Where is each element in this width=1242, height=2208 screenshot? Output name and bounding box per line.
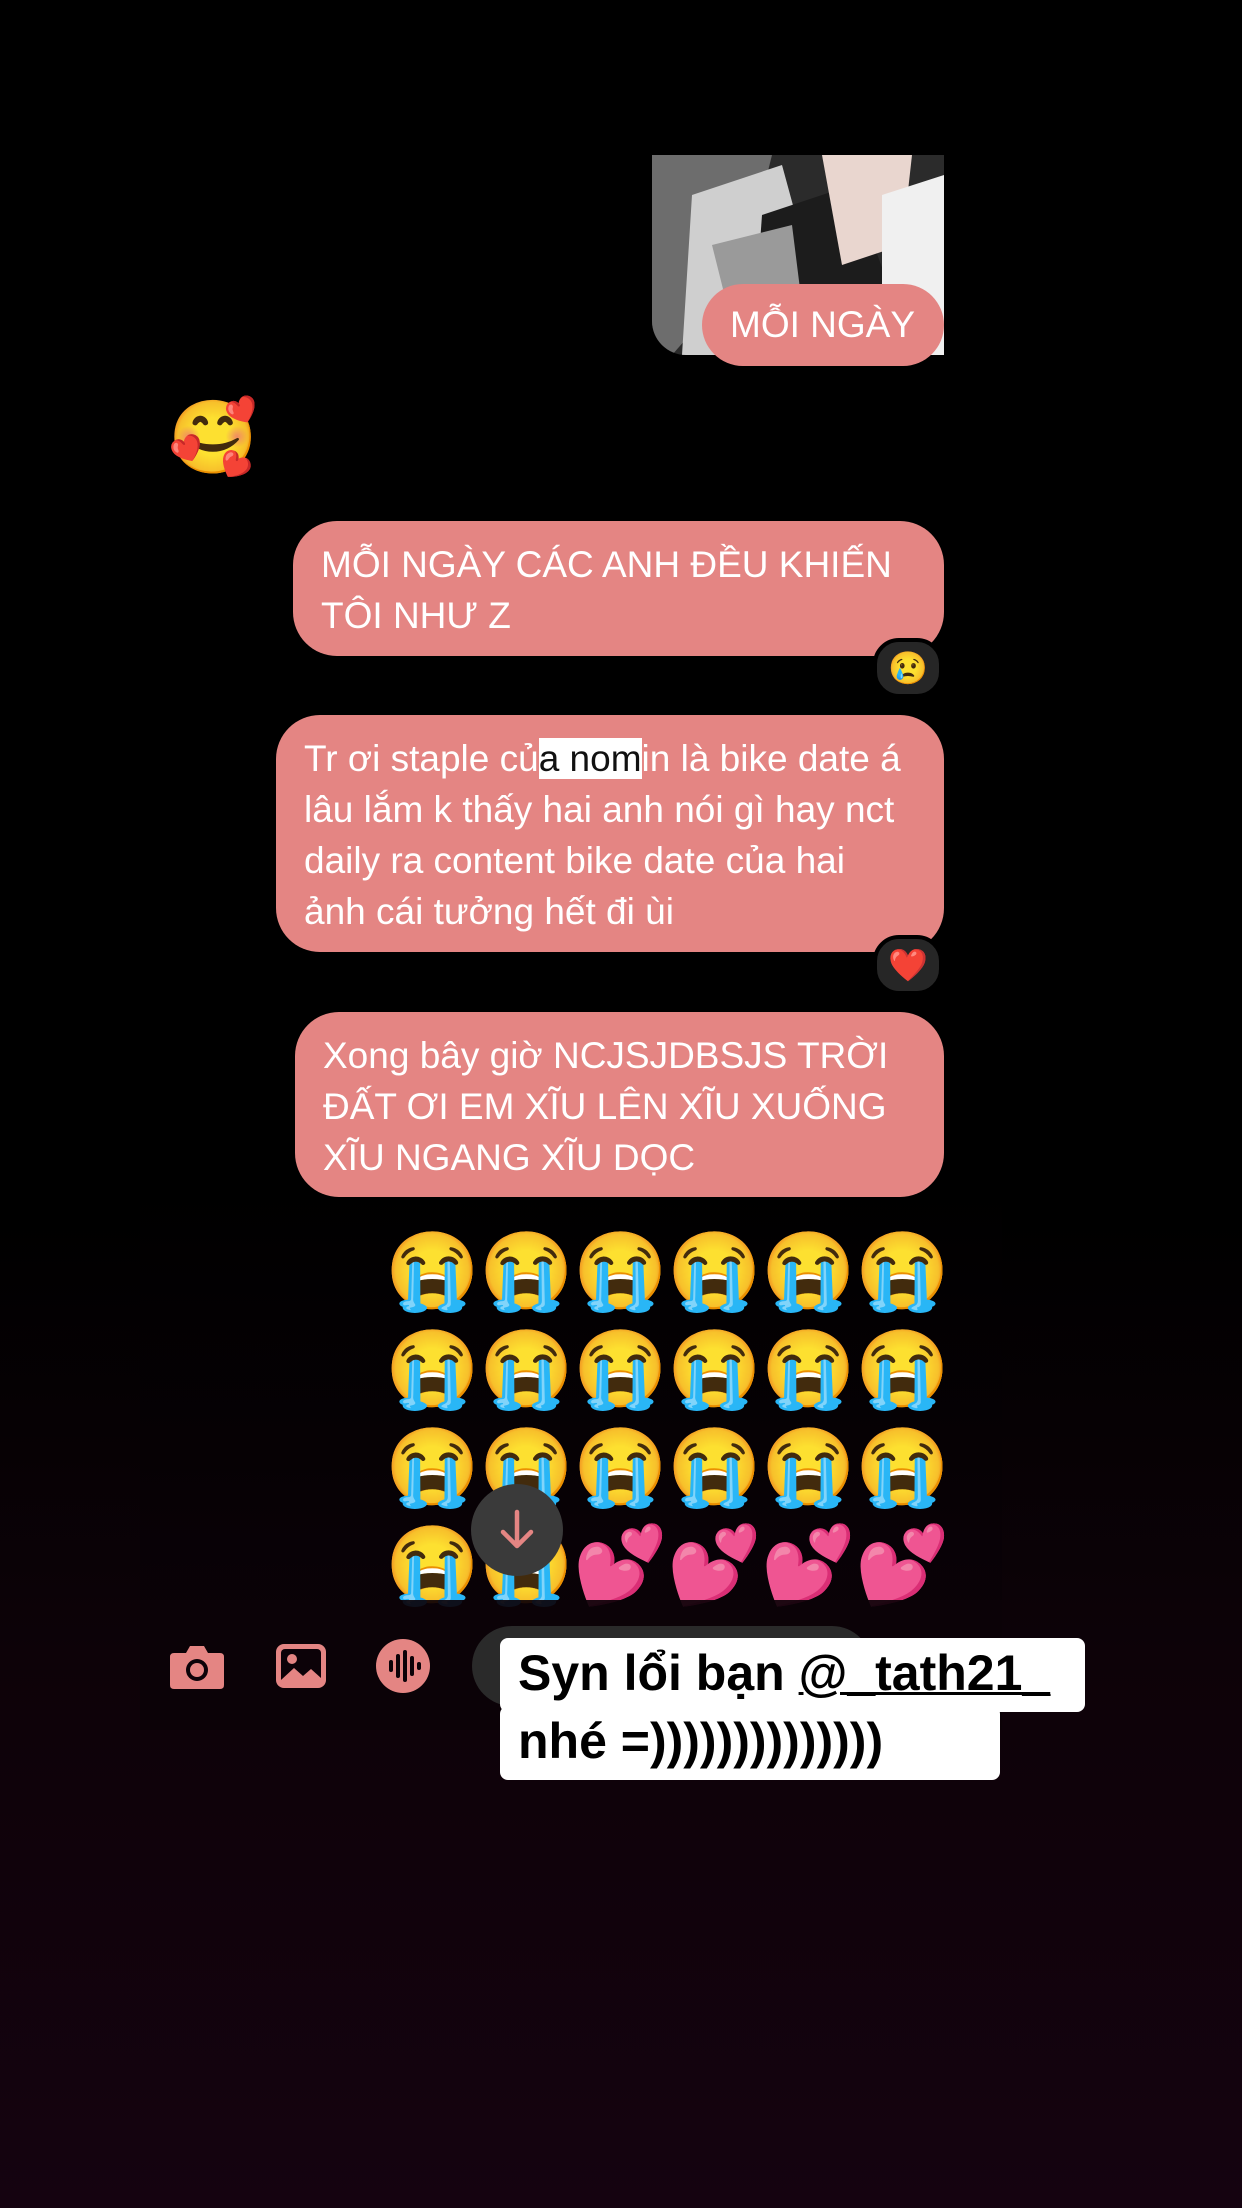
gallery-button[interactable] [270,1636,332,1696]
emoji: 😭 [855,1229,950,1314]
smiling-hearts-emoji-message[interactable]: 🥰 [168,402,258,474]
message-bubble-3[interactable]: Tr ơi staple của nomin là bike date á lâ… [276,715,944,952]
emoji: 😭 [479,1229,574,1314]
mention-link[interactable]: @_tath21_ [799,1645,1051,1701]
story-caption-line-2: nhé =)))))))))))))) [500,1706,1000,1780]
emoji: 💕 [667,1523,762,1608]
camera-icon [170,1646,224,1689]
emoji: 💕 [855,1523,950,1608]
emoji: 😭 [667,1229,762,1314]
emoji: 😭 [667,1425,762,1510]
crying-face-reaction[interactable]: 😢 [873,638,943,698]
emoji: 😭 [761,1229,856,1314]
emoji: 😭 [761,1327,856,1412]
selected-text[interactable]: a nom [538,738,642,779]
emoji: 😭 [573,1425,668,1510]
emoji: 💕 [573,1523,668,1608]
caption-text: nhé =)))))))))))))) [518,1713,884,1769]
message-bubble-2[interactable]: MỖI NGÀY CÁC ANH ĐỀU KHIẾN TÔI NHƯ Z [293,521,944,656]
message-text: Xong bây giờ NCJSJDBSJS TRỜI ĐẤT ƠI EM X… [323,1035,889,1178]
emoji: 💕 [761,1523,856,1608]
scroll-to-bottom-button[interactable] [471,1484,563,1576]
emoji: 😭 [385,1327,480,1412]
emoji: 😭 [385,1425,480,1510]
emoji: 😭 [479,1327,574,1412]
voice-message-button[interactable] [372,1636,434,1696]
emoji-message-grid[interactable]: 😭 😭 😭 😭 😭 😭 😭 😭 😭 😭 😭 😭 😭 😭 😭 😭 😭 😭 😭 😭 … [385,1229,950,1608]
emoji: 😭 [385,1523,480,1608]
message-text: MỖI NGÀY CÁC ANH ĐỀU KHIẾN TÔI NHƯ Z [321,544,892,636]
emoji: 😭 [573,1327,668,1412]
camera-button[interactable] [166,1636,228,1696]
emoji: 😭 [667,1327,762,1412]
message-bubble-1[interactable]: MỖI NGÀY [702,284,944,366]
emoji: 😭 [385,1229,480,1314]
message-text-before: Tr ơi staple củ [304,738,539,779]
message-bubble-4[interactable]: Xong bây giờ NCJSJDBSJS TRỜI ĐẤT ƠI EM X… [295,1012,944,1197]
emoji: 😭 [573,1229,668,1314]
caption-text: Syn lổi bạn [518,1645,799,1701]
message-text: MỖI NGÀY [730,304,916,345]
emoji: 😭 [761,1425,856,1510]
voice-icon [376,1639,430,1693]
story-caption-line-1: Syn lổi bạn @_tath21_ [500,1638,1085,1712]
heart-reaction[interactable]: ❤️ [873,935,943,995]
image-icon [276,1644,326,1688]
emoji: 😭 [855,1327,950,1412]
arrow-down-icon [500,1509,534,1549]
emoji: 😭 [855,1425,950,1510]
